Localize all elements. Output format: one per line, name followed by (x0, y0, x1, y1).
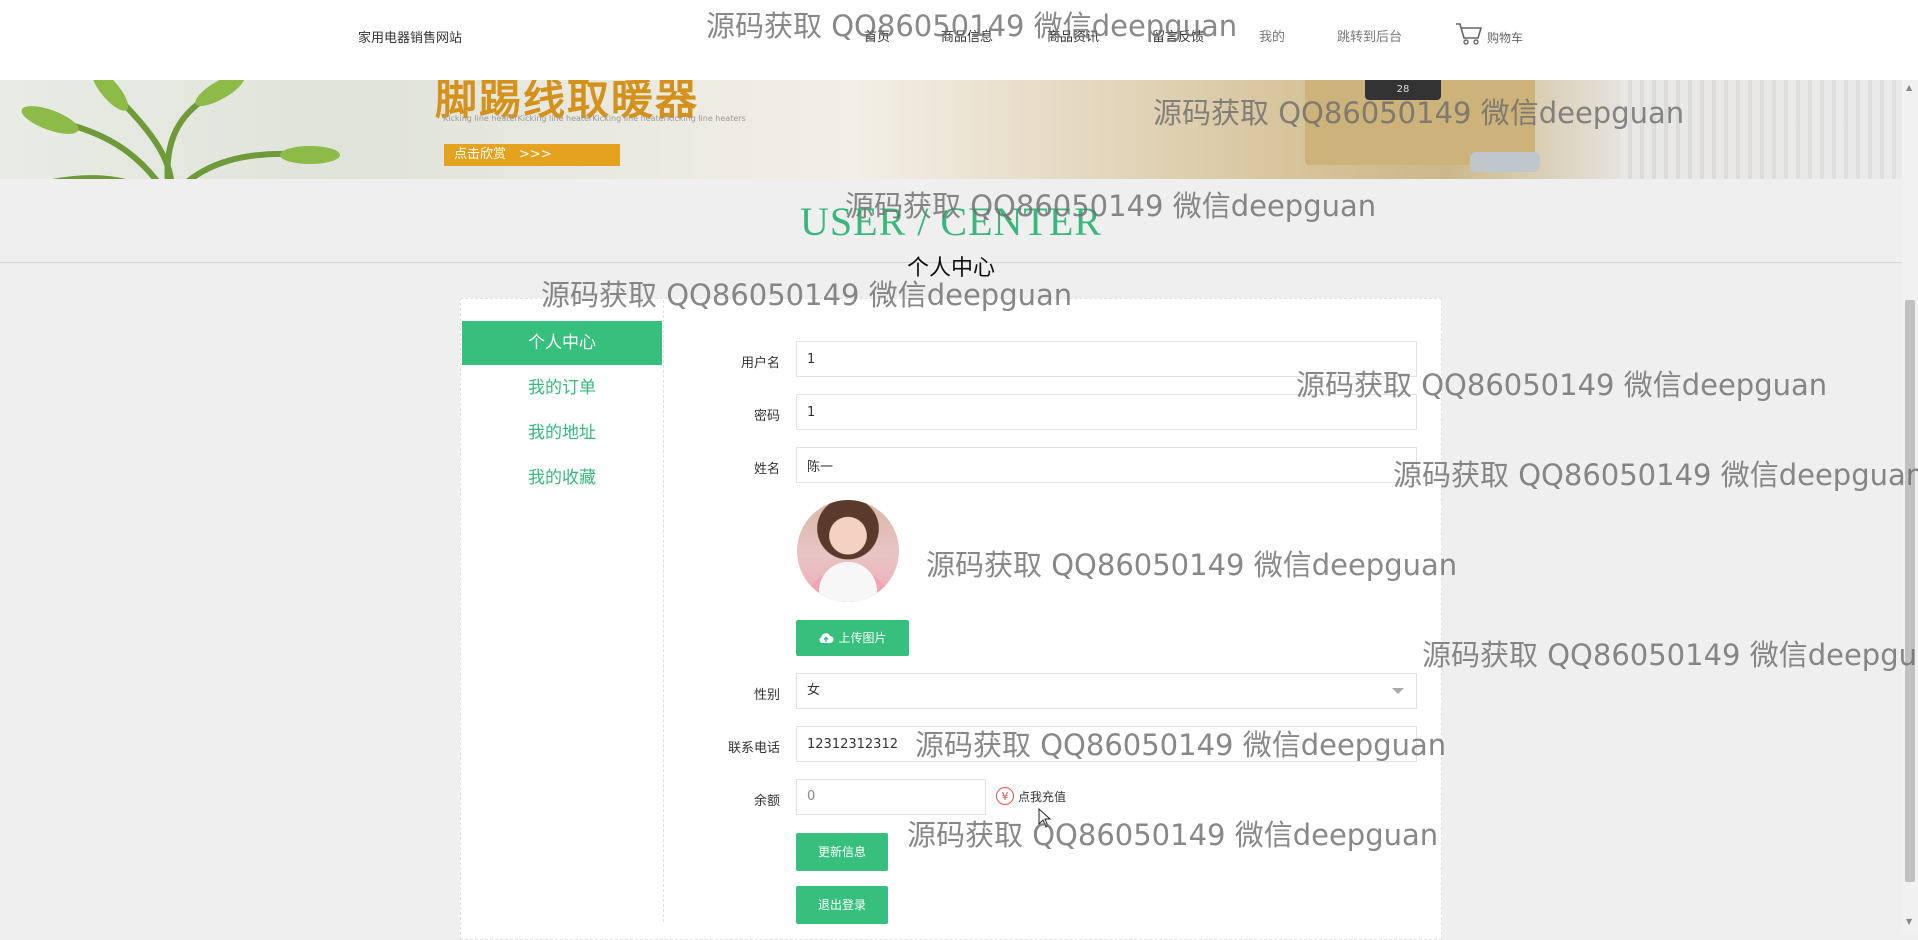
sidebar-item-profile[interactable]: 个人中心 (462, 321, 662, 365)
gender-label: 性别 (753, 688, 780, 703)
avatar-shirt (819, 562, 877, 602)
mouse-cursor-icon (1038, 808, 1052, 828)
recharge-link[interactable]: ¥ 点我充值 (996, 787, 1066, 805)
password-input[interactable] (807, 395, 1406, 429)
banner-view-button[interactable]: 点击欣赏 >>> (444, 144, 620, 166)
sidebar-item-favorites[interactable]: 我的收藏 (462, 456, 662, 500)
phone-input[interactable] (807, 727, 1406, 761)
sidebar-item-orders[interactable]: 我的订单 (462, 366, 662, 410)
balance-label: 余额 (753, 794, 780, 809)
logout-button[interactable]: 退出登录 (796, 886, 888, 924)
recharge-label: 点我充值 (1018, 789, 1067, 804)
heater-display: 28 (1365, 80, 1441, 100)
cloud-upload-icon (820, 633, 834, 643)
phone-field[interactable] (796, 726, 1417, 762)
section-title-cn: 个人中心 (906, 256, 995, 281)
banner-subtitle: Kicking line heaterKicking line heaterKi… (443, 114, 746, 123)
nav-home[interactable]: 首页 (864, 26, 890, 45)
top-header: 家用电器销售网站 首页 商品信息 商品资讯 留言反馈 我的 跳转到后台 购物车 (0, 0, 1918, 80)
watermark-text: 源码获取 QQ86050149 微信deepguan (1422, 638, 1918, 672)
heater-foot (1470, 152, 1540, 172)
balance-field: 0 (796, 779, 986, 815)
nav-products[interactable]: 商品信息 (941, 26, 993, 45)
update-info-button[interactable]: 更新信息 (796, 833, 888, 871)
banner-background (1620, 80, 1902, 179)
name-label: 姓名 (753, 462, 780, 477)
sidebar-item-address[interactable]: 我的地址 (462, 411, 662, 455)
watermark-text: 源码获取 QQ86050149 微信deepguan (1393, 458, 1918, 492)
username-label: 用户名 (740, 356, 780, 371)
site-title[interactable]: 家用电器销售网站 (358, 27, 462, 46)
cart-link[interactable]: 购物车 (1455, 22, 1523, 46)
avatar (797, 500, 899, 602)
plant-illustration (21, 80, 340, 179)
gender-value: 女 (807, 683, 821, 698)
upload-image-button[interactable]: 上传图片 (796, 620, 909, 656)
nav-feedback[interactable]: 留言反馈 (1152, 26, 1204, 45)
name-input[interactable] (807, 448, 1406, 482)
upload-image-label: 上传图片 (838, 631, 887, 645)
username-input[interactable] (807, 342, 1406, 376)
password-label: 密码 (753, 409, 780, 424)
scrollbar-thumb[interactable] (1905, 300, 1915, 882)
scroll-up-icon[interactable]: ▲ (1906, 84, 1914, 92)
nav-mine[interactable]: 我的 (1259, 26, 1285, 45)
gender-select[interactable]: 女 (796, 673, 1417, 709)
cart-label: 购物车 (1487, 31, 1524, 45)
nav-admin[interactable]: 跳转到后台 (1337, 26, 1402, 45)
scroll-down-icon[interactable]: ▼ (1906, 918, 1914, 926)
nav-news[interactable]: 商品资讯 (1047, 26, 1099, 45)
phone-label: 联系电话 (727, 741, 780, 756)
promo-banner[interactable]: 脚踢线取暖器 Kicking line heaterKicking line h… (0, 80, 1902, 179)
chevron-down-icon[interactable] (1392, 688, 1404, 694)
cart-icon (1456, 23, 1483, 45)
section-title-en: USER / CENTER (800, 199, 1102, 244)
yen-icon: ¥ (996, 787, 1014, 805)
username-field[interactable] (796, 341, 1417, 377)
name-field[interactable] (796, 447, 1417, 483)
password-field[interactable] (796, 394, 1417, 430)
